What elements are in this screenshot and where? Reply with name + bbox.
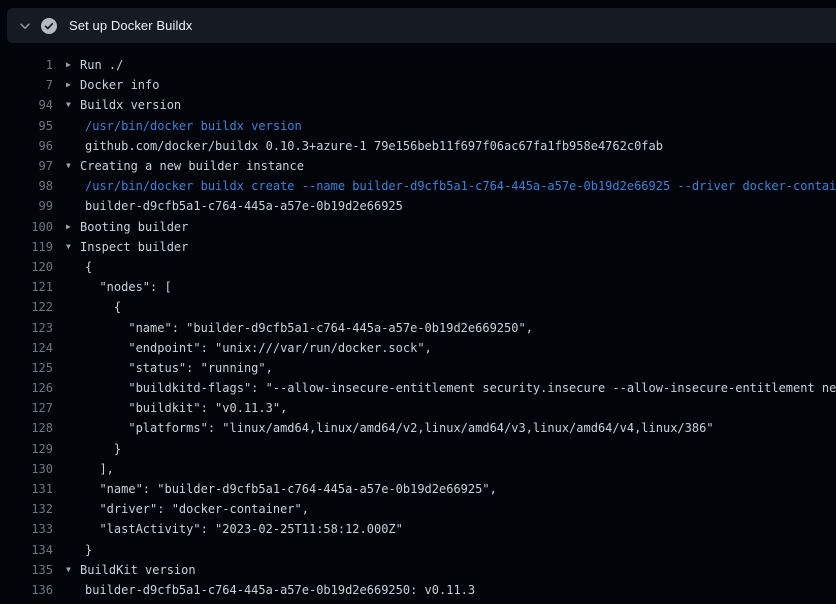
log-text: Run ./ (80, 58, 123, 72)
log-text: { (85, 260, 92, 274)
line-number[interactable]: 100 (0, 220, 53, 234)
log-group-header[interactable]: 1 ▶Run ./ (0, 55, 836, 75)
line-number[interactable]: 124 (0, 341, 53, 355)
log-line: 95 /usr/bin/docker buildx version (0, 116, 836, 136)
log-text: "buildkitd-flags": "--allow-insecure-ent… (85, 381, 836, 395)
chevron-collapsed-icon: ▶ (66, 81, 80, 89)
log-group-header[interactable]: 100 ▶Booting builder (0, 217, 836, 237)
log-text: builder-d9cfb5a1-c764-445a-a57e-0b19d2e6… (85, 583, 475, 597)
line-number[interactable]: 95 (0, 119, 53, 133)
chevron-expanded-icon: ▼ (66, 101, 80, 109)
log-line: 126 "buildkitd-flags": "--allow-insecure… (0, 378, 836, 398)
log-text: "name": "builder-d9cfb5a1-c764-445a-a57e… (85, 321, 533, 335)
log-text: "driver": "docker-container", (85, 502, 309, 516)
line-number[interactable]: 94 (0, 98, 53, 112)
chevron-down-icon[interactable] (18, 19, 32, 33)
log-line: 98 /usr/bin/docker buildx create --name … (0, 176, 836, 196)
log-text: github.com/docker/buildx 0.10.3+azure-1 … (85, 139, 663, 153)
log-text: "status": "running", (85, 361, 273, 375)
line-number[interactable]: 136 (0, 583, 53, 597)
log-text: "name": "builder-d9cfb5a1-c764-445a-a57e… (85, 482, 497, 496)
line-number[interactable]: 133 (0, 522, 53, 536)
line-number[interactable]: 122 (0, 300, 53, 314)
chevron-expanded-icon: ▼ (66, 566, 80, 574)
line-number[interactable]: 7 (0, 78, 53, 92)
log-text: "platforms": "linux/amd64,linux/amd64/v2… (85, 421, 714, 435)
line-number[interactable]: 98 (0, 179, 53, 193)
log-text: Creating a new builder instance (80, 159, 304, 173)
log-line: 120 { (0, 257, 836, 277)
line-number[interactable]: 130 (0, 462, 53, 476)
log-text: Booting builder (80, 220, 188, 234)
log-text: /usr/bin/docker buildx version (85, 119, 302, 133)
log-line: 121 "nodes": [ (0, 277, 836, 297)
check-circle-icon (41, 18, 57, 34)
log-text: BuildKit version (80, 563, 196, 577)
log-text: Docker info (80, 78, 159, 92)
log-line: 122 { (0, 297, 836, 317)
log-line: 124 "endpoint": "unix:///var/run/docker.… (0, 338, 836, 358)
line-number[interactable]: 96 (0, 139, 53, 153)
line-number[interactable]: 125 (0, 361, 53, 375)
line-number[interactable]: 123 (0, 321, 53, 335)
line-number[interactable]: 99 (0, 199, 53, 213)
log-line: 99 builder-d9cfb5a1-c764-445a-a57e-0b19d… (0, 196, 836, 216)
log-line: 123 "name": "builder-d9cfb5a1-c764-445a-… (0, 317, 836, 337)
line-number[interactable]: 121 (0, 280, 53, 294)
log-text: ], (85, 462, 114, 476)
log-line: 128 "platforms": "linux/amd64,linux/amd6… (0, 418, 836, 438)
log-line: 131 "name": "builder-d9cfb5a1-c764-445a-… (0, 479, 836, 499)
log-text: Buildx version (80, 98, 181, 112)
log-text: } (85, 543, 92, 557)
log-group-header[interactable]: 7 ▶Docker info (0, 75, 836, 95)
line-number[interactable]: 127 (0, 401, 53, 415)
line-number[interactable]: 128 (0, 421, 53, 435)
line-number[interactable]: 126 (0, 381, 53, 395)
log-line: 134 } (0, 540, 836, 560)
line-number[interactable]: 1 (0, 58, 53, 72)
line-number[interactable]: 132 (0, 502, 53, 516)
step-title: Set up Docker Buildx (69, 18, 192, 33)
log-group-header[interactable]: 97 ▼Creating a new builder instance (0, 156, 836, 176)
log-group-header[interactable]: 119 ▼Inspect builder (0, 237, 836, 257)
line-number[interactable]: 131 (0, 482, 53, 496)
log-lines: 1 ▶Run ./ 7 ▶Docker info 94 ▼Buildx vers… (0, 55, 836, 600)
line-number[interactable]: 120 (0, 260, 53, 274)
log-line: 96 github.com/docker/buildx 0.10.3+azure… (0, 136, 836, 156)
line-number[interactable]: 134 (0, 543, 53, 557)
log-line: 130 ], (0, 459, 836, 479)
log-line: 125 "status": "running", (0, 358, 836, 378)
log-text: builder-d9cfb5a1-c764-445a-a57e-0b19d2e6… (85, 199, 403, 213)
chevron-collapsed-icon: ▶ (66, 61, 80, 69)
log-line: 127 "buildkit": "v0.11.3", (0, 398, 836, 418)
log-line: 129 } (0, 439, 836, 459)
log-text: Inspect builder (80, 240, 188, 254)
log-text: } (85, 442, 121, 456)
line-number[interactable]: 129 (0, 442, 53, 456)
chevron-expanded-icon: ▼ (66, 243, 80, 251)
log-line: 136 builder-d9cfb5a1-c764-445a-a57e-0b19… (0, 580, 836, 600)
chevron-collapsed-icon: ▶ (66, 223, 80, 231)
line-number[interactable]: 97 (0, 159, 53, 173)
log-text: "nodes": [ (85, 280, 172, 294)
log-group-header[interactable]: 94 ▼Buildx version (0, 95, 836, 115)
log-text: "lastActivity": "2023-02-25T11:58:12.000… (85, 522, 403, 536)
line-number[interactable]: 135 (0, 563, 53, 577)
log-line: 133 "lastActivity": "2023-02-25T11:58:12… (0, 519, 836, 539)
log-text: { (85, 300, 121, 314)
step-header[interactable]: Set up Docker Buildx (7, 8, 836, 43)
log-text: /usr/bin/docker buildx create --name bui… (85, 179, 836, 193)
log-text: "endpoint": "unix:///var/run/docker.sock… (85, 341, 432, 355)
log-text: "buildkit": "v0.11.3", (85, 401, 287, 415)
log-line: 132 "driver": "docker-container", (0, 499, 836, 519)
chevron-expanded-icon: ▼ (66, 162, 80, 170)
line-number[interactable]: 119 (0, 240, 53, 254)
log-area: 1 ▶Run ./ 7 ▶Docker info 94 ▼Buildx vers… (0, 43, 836, 600)
log-group-header[interactable]: 135 ▼BuildKit version (0, 560, 836, 580)
